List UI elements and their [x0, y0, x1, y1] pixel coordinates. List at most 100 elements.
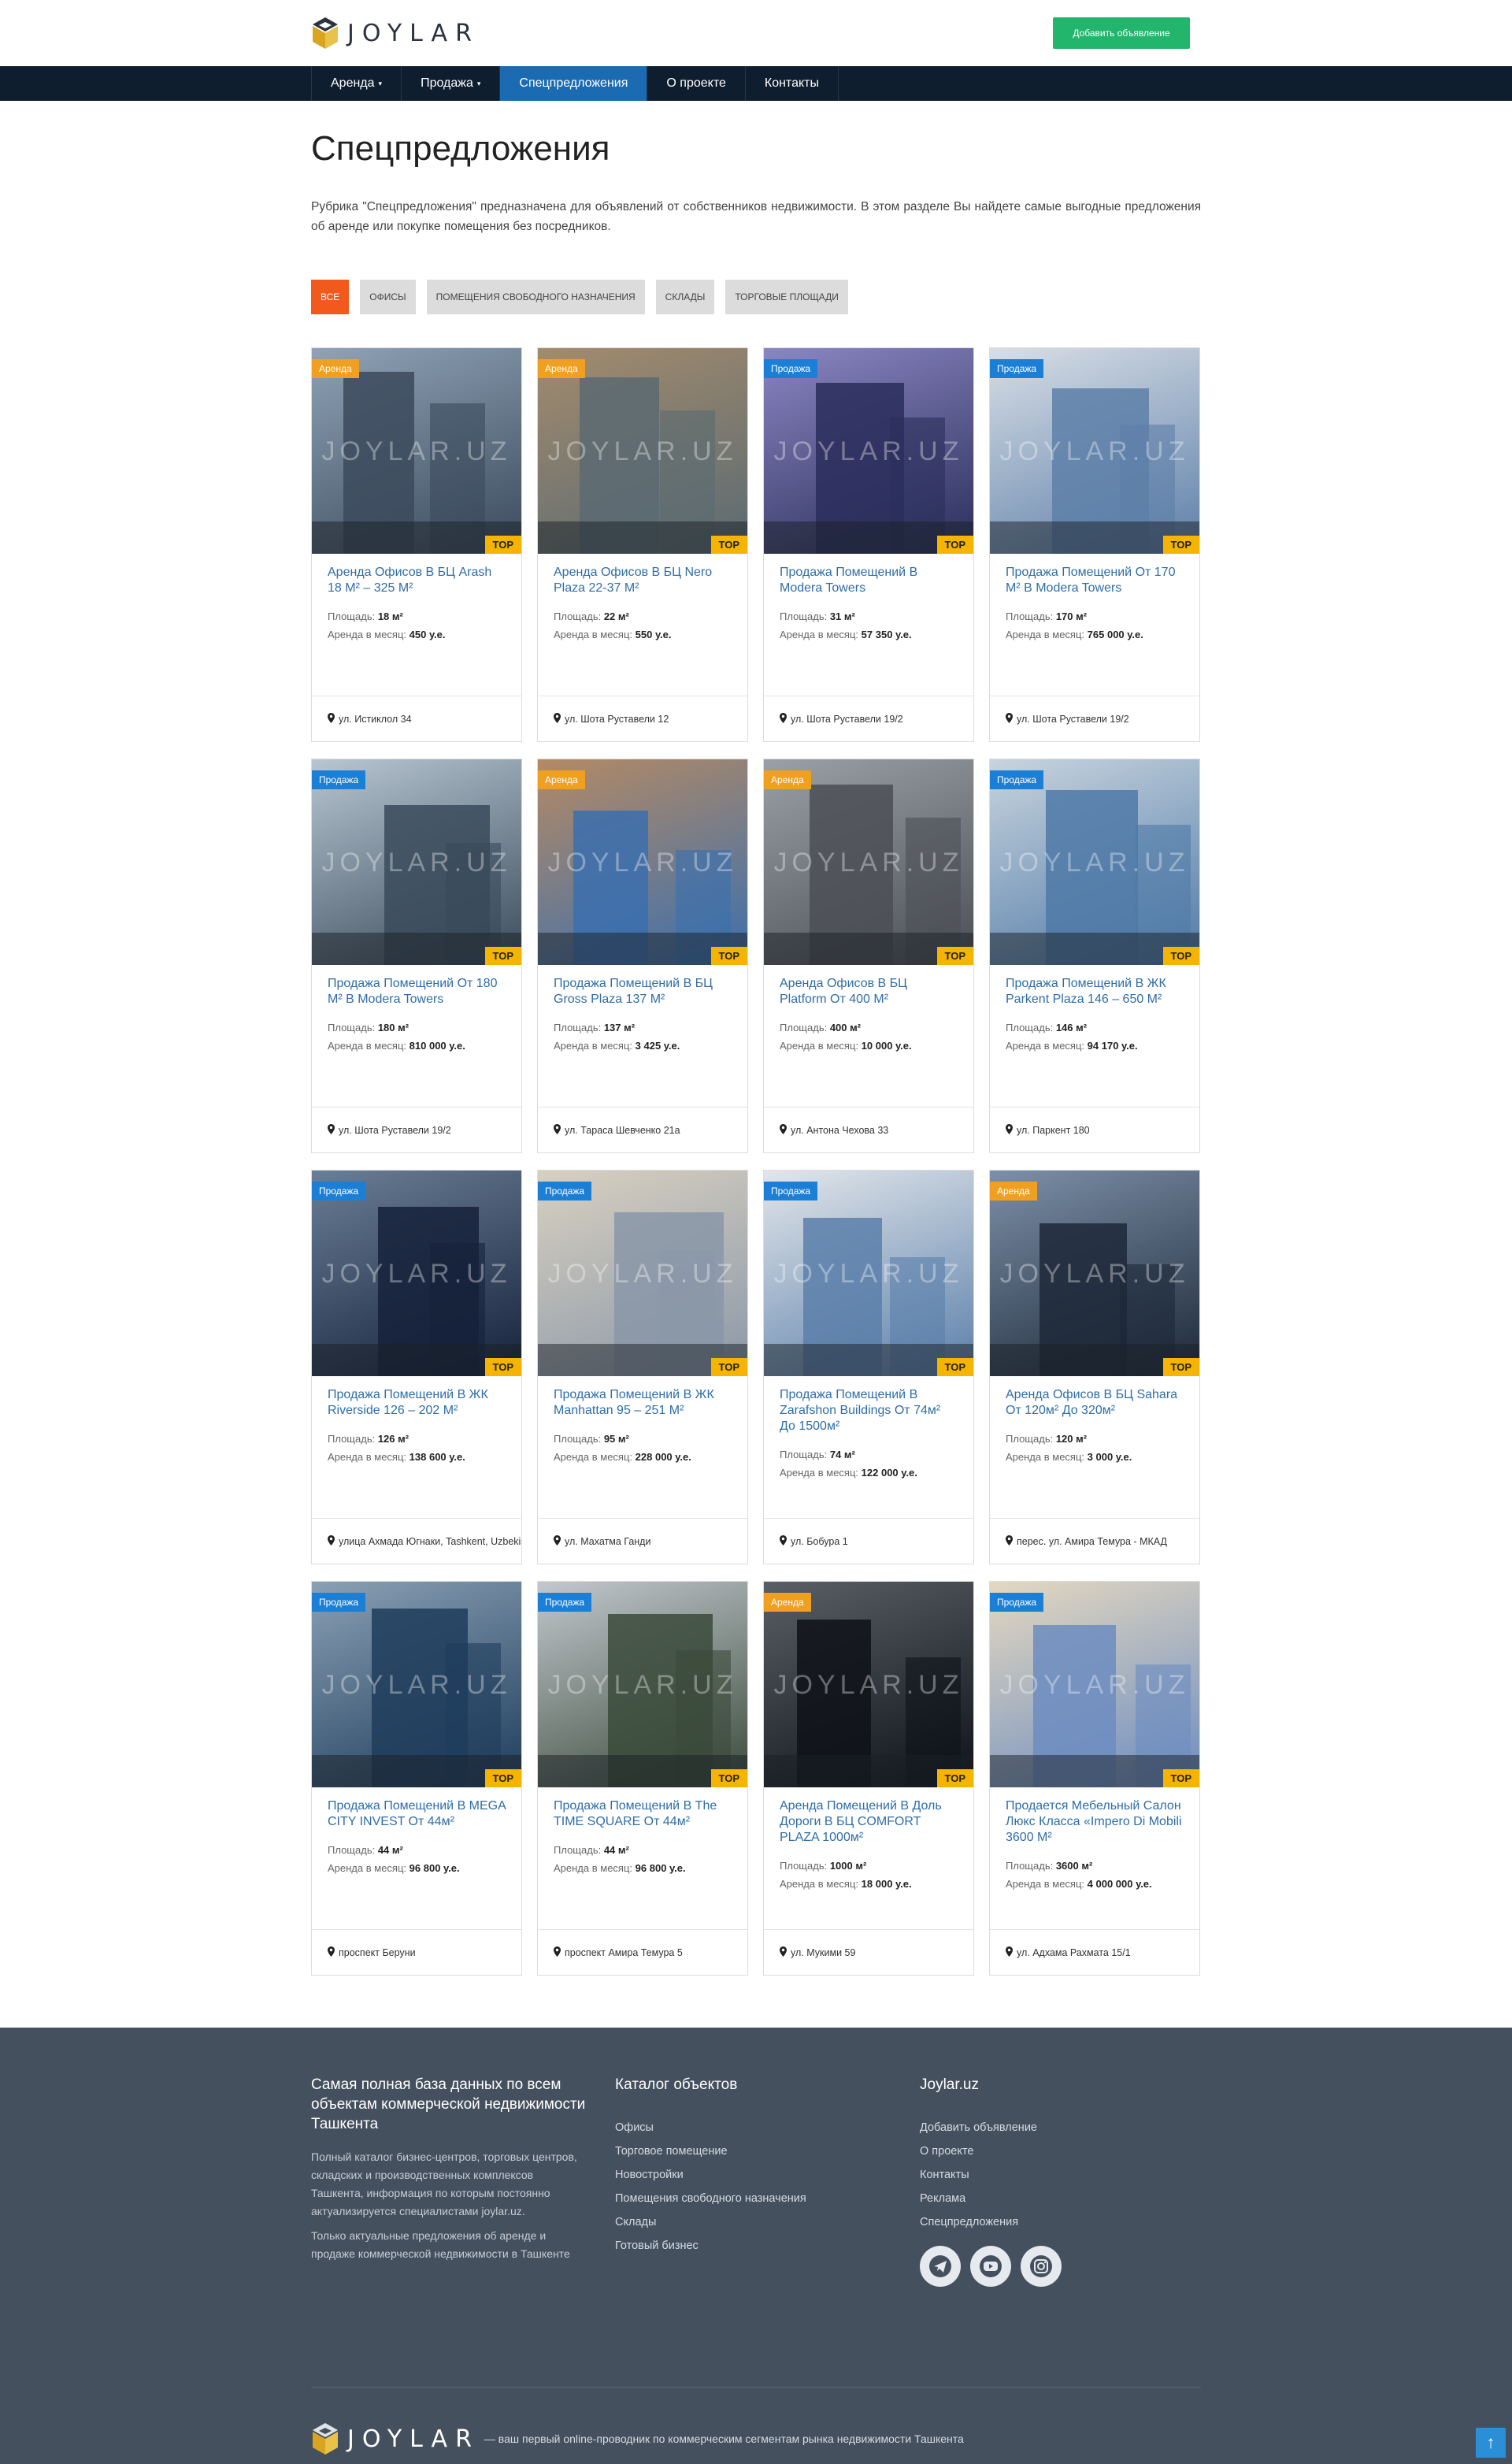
- listing-title[interactable]: Аренда Офисов В БЦ Platform От 400 М²: [780, 976, 958, 1007]
- listing-area: Площадь: 126 м²: [328, 1430, 506, 1448]
- listing-title[interactable]: Продается Мебельный Салон Люкс Класса «I…: [1006, 1798, 1184, 1846]
- nav-contacts[interactable]: Контакты: [746, 66, 839, 101]
- area-label: Площадь:: [780, 1860, 828, 1872]
- listing-photo[interactable]: JOYLAR.UZ Аренда TOP: [312, 348, 521, 554]
- listing-photo[interactable]: JOYLAR.UZ Аренда TOP: [764, 1582, 973, 1787]
- listing-card[interactable]: JOYLAR.UZ Аренда TOP Аренда Офисов В БЦ Sah…: [989, 1170, 1200, 1564]
- nav-rent[interactable]: Аренда ▾: [311, 66, 402, 101]
- footer-link-free-purpose[interactable]: Помещения свободного назначения: [615, 2192, 883, 2205]
- footer-link-contacts[interactable]: Контакты: [920, 2169, 1188, 2181]
- address-text: ул. Шота Руставели 19/2: [339, 1124, 451, 1136]
- listing-card[interactable]: JOYLAR.UZ Аренда TOP Продажа Помещений В БЦ…: [537, 759, 748, 1153]
- listing-title[interactable]: Продажа Помещений В ЖК Parkent Plaza 146…: [1006, 976, 1184, 1007]
- listing-props: Площадь: 180 м² Аренда в месяц: 810 000 у…: [328, 1019, 506, 1055]
- filter-free-purpose[interactable]: Помещения свободного назначения: [426, 280, 645, 314]
- deal-type-badge: Аренда: [764, 770, 811, 789]
- area-value: 146 м²: [1055, 1022, 1088, 1033]
- listing-photo[interactable]: JOYLAR.UZ Продажа TOP: [538, 1582, 747, 1787]
- map-pin-icon: [780, 1123, 787, 1137]
- listing-title[interactable]: Аренда Офисов В БЦ Nero Plaza 22-37 М²: [554, 565, 732, 596]
- listing-title[interactable]: Аренда Офисов В БЦ Arash 18 М² – 325 М²: [328, 565, 506, 596]
- deal-type-badge: Аренда: [538, 770, 585, 789]
- add-listing-button[interactable]: Добавить объявление: [1053, 17, 1190, 49]
- scroll-to-top-button[interactable]: ↑: [1476, 2428, 1506, 2458]
- instagram-icon[interactable]: [1021, 2246, 1062, 2287]
- logo[interactable]: JOYLAR: [311, 16, 480, 50]
- listing-card[interactable]: JOYLAR.UZ Продажа TOP Продажа Помещений В Ж…: [311, 1170, 522, 1564]
- listing-title[interactable]: Продажа Помещений В Zarafshon Buildings …: [780, 1387, 958, 1434]
- listing-card[interactable]: JOYLAR.UZ Аренда TOP Аренда Офисов В БЦ Ara…: [311, 347, 522, 742]
- listing-photo[interactable]: JOYLAR.UZ Аренда TOP: [538, 759, 747, 965]
- listing-card[interactable]: JOYLAR.UZ Аренда TOP Аренда Офисов В БЦ Pla…: [763, 759, 974, 1153]
- listing-photo[interactable]: JOYLAR.UZ Аренда TOP: [990, 1171, 1199, 1376]
- telegram-icon[interactable]: [920, 2246, 961, 2287]
- listing-card[interactable]: JOYLAR.UZ Продажа TOP Продажа Помещений В M…: [763, 347, 974, 742]
- listing-title[interactable]: Продажа Помещений В Modera Towers: [780, 565, 958, 596]
- nav-sale[interactable]: Продажа ▾: [402, 66, 501, 101]
- filter-offices[interactable]: Офисы: [360, 280, 416, 314]
- footer-link-new-buildings[interactable]: Новостройки: [615, 2169, 883, 2181]
- area-label: Площадь:: [1006, 1433, 1054, 1445]
- listing-title[interactable]: Продажа Помещений В MEGA CITY INVEST От …: [328, 1798, 506, 1830]
- listing-card[interactable]: JOYLAR.UZ Продажа TOP Продается Мебельный С…: [989, 1581, 1200, 1976]
- listing-card[interactable]: JOYLAR.UZ Продажа TOP Продажа Помещений В M…: [311, 1581, 522, 1976]
- listing-card[interactable]: JOYLAR.UZ Продажа TOP Продажа Помещений В T…: [537, 1581, 748, 1976]
- footer-link-ready-business[interactable]: Готовый бизнес: [615, 2239, 883, 2252]
- listing-title[interactable]: Аренда Помещений В Доль Дороги В БЦ COMF…: [780, 1798, 958, 1846]
- area-value: 3600 м²: [1055, 1860, 1093, 1872]
- filter-all[interactable]: Все: [311, 280, 350, 314]
- top-badge: TOP: [484, 1358, 521, 1376]
- listing-photo[interactable]: JOYLAR.UZ Продажа TOP: [990, 1582, 1199, 1787]
- listing-photo[interactable]: JOYLAR.UZ Аренда TOP: [538, 348, 747, 554]
- filter-warehouses[interactable]: Склады: [655, 280, 715, 314]
- price-value: 94 170 у.е.: [1087, 1040, 1138, 1052]
- listing-title[interactable]: Продажа Помещений В ЖК Manhattan 95 – 25…: [554, 1387, 732, 1419]
- listing-card[interactable]: JOYLAR.UZ Продажа TOP Продажа Помещений От …: [989, 347, 1200, 742]
- listing-card[interactable]: JOYLAR.UZ Продажа TOP Продажа Помещений В Z…: [763, 1170, 974, 1564]
- listing-address: ул. Тараса Шевченко 21а: [538, 1107, 747, 1152]
- footer-link-special-offers[interactable]: Спецпредложения: [920, 2216, 1188, 2228]
- youtube-icon[interactable]: [970, 2246, 1011, 2287]
- listing-title[interactable]: Продажа Помещений От 180 М² В Modera Tow…: [328, 976, 506, 1007]
- listing-photo[interactable]: JOYLAR.UZ Продажа TOP: [764, 1171, 973, 1376]
- listing-address: ул. Адхама Рахмата 15/1: [990, 1929, 1199, 1975]
- map-pin-icon: [554, 1123, 561, 1137]
- address-text: ул. Шота Руставели 19/2: [1017, 713, 1129, 725]
- listing-photo[interactable]: JOYLAR.UZ Продажа TOP: [312, 759, 521, 965]
- nav-about[interactable]: О проекте: [647, 66, 746, 101]
- listing-card[interactable]: JOYLAR.UZ Аренда TOP Аренда Офисов В БЦ Ner…: [537, 347, 748, 742]
- chevron-down-icon: ▾: [378, 79, 383, 87]
- listing-photo[interactable]: JOYLAR.UZ Продажа TOP: [764, 348, 973, 554]
- top-badge: TOP: [1162, 947, 1199, 965]
- footer-link-offices[interactable]: Офисы: [615, 2121, 883, 2134]
- listing-title[interactable]: Продажа Помещений В БЦ Gross Plaza 137 М…: [554, 976, 732, 1007]
- listing-card[interactable]: JOYLAR.UZ Аренда TOP Аренда Помещений В Дол…: [763, 1581, 974, 1976]
- listing-photo[interactable]: JOYLAR.UZ Продажа TOP: [538, 1171, 747, 1376]
- listing-card[interactable]: JOYLAR.UZ Продажа TOP Продажа Помещений В Ж…: [989, 759, 1200, 1153]
- area-value: 44 м²: [377, 1844, 403, 1856]
- listing-photo[interactable]: JOYLAR.UZ Аренда TOP: [764, 759, 973, 965]
- price-label: Аренда в месяц:: [780, 629, 859, 640]
- footer-logo[interactable]: JOYLAR — ваш первый online-проводник по …: [311, 2421, 964, 2456]
- listing-card[interactable]: JOYLAR.UZ Продажа TOP Продажа Помещений От …: [311, 759, 522, 1153]
- listing-title[interactable]: Аренда Офисов В БЦ Sahara От 120м² До 32…: [1006, 1387, 1184, 1419]
- listing-title[interactable]: Продажа Помещений В ЖК Riverside 126 – 2…: [328, 1387, 506, 1419]
- listing-photo[interactable]: JOYLAR.UZ Продажа TOP: [990, 348, 1199, 554]
- price-label: Аренда в месяц:: [328, 1040, 407, 1052]
- listing-photo[interactable]: JOYLAR.UZ Продажа TOP: [312, 1171, 521, 1376]
- footer-link-retail[interactable]: Торговое помещение: [615, 2145, 883, 2158]
- area-label: Площадь:: [328, 610, 376, 622]
- nav-special-offers[interactable]: Спецпредложения: [500, 66, 648, 101]
- footer-link-warehouses[interactable]: Склады: [615, 2216, 883, 2228]
- listing-photo[interactable]: JOYLAR.UZ Продажа TOP: [990, 759, 1199, 965]
- listing-title[interactable]: Продажа Помещений От 170 М² В Modera Tow…: [1006, 565, 1184, 596]
- listing-title[interactable]: Продажа Помещений В The TIME SQUARE От 4…: [554, 1798, 732, 1830]
- listing-card[interactable]: JOYLAR.UZ Продажа TOP Продажа Помещений В Ж…: [537, 1170, 748, 1564]
- price-value: 57 350 у.е.: [861, 629, 912, 640]
- filter-retail[interactable]: Торговые площади: [725, 280, 848, 314]
- footer-link-about[interactable]: О проекте: [920, 2145, 1188, 2158]
- listing-photo[interactable]: JOYLAR.UZ Продажа TOP: [312, 1582, 521, 1787]
- footer-link-ads[interactable]: Реклама: [920, 2192, 1188, 2205]
- listing-props: Площадь: 126 м² Аренда в месяц: 138 600 у…: [328, 1430, 506, 1466]
- footer-link-add-listing[interactable]: Добавить объявление: [920, 2121, 1188, 2134]
